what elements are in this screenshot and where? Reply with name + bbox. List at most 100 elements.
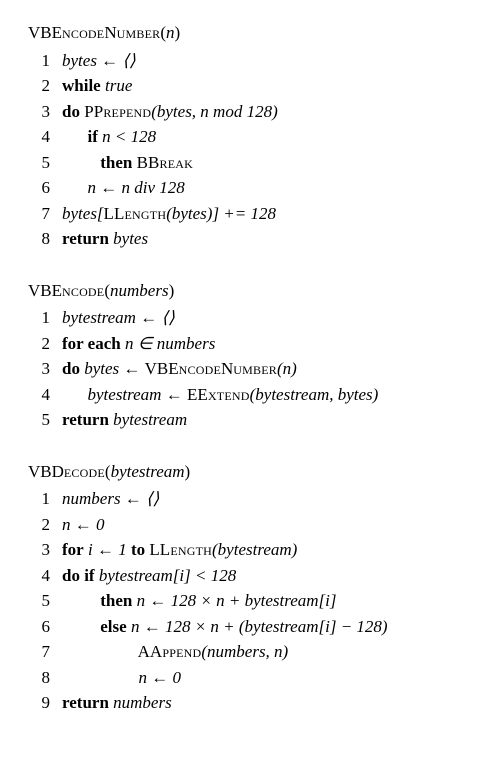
keyword: for each [62,334,121,353]
func-call: AAppend [138,642,202,661]
code-line: 7 AAppend(numbers, n) [28,639,473,665]
keyword: return [62,693,109,712]
code-text: bytes ← ⟨⟩ [62,51,136,70]
title-text: VBDecode [28,462,105,481]
code-line: 5 then BBreak [28,150,473,176]
line-number: 6 [28,614,62,640]
code-text: bytestream[i] < 128 [95,566,237,585]
line-number: 4 [28,124,62,150]
line-number: 2 [28,331,62,357]
code-text: (bytes)] += 128 [166,204,276,223]
code-line: 4 bytestream ← EExtend(bytestream, bytes… [28,382,473,408]
code-text: bytestream [109,410,187,429]
code-line: 2while true [28,73,473,99]
algo-title: VBEncodeNumber(n) [28,20,473,46]
keyword: for [62,540,84,559]
keyword: do if [62,566,95,585]
code-line: 6 n ← n div 128 [28,175,473,201]
algorithm-vbencodenumber: VBEncodeNumber(n) 1bytes ← ⟨⟩ 2while tru… [28,20,473,252]
code-text: n < 128 [98,127,156,146]
code-text: n ← 0 [62,515,105,534]
arg: bytestream [111,462,185,481]
code-line: 8 n ← 0 [28,665,473,691]
code-line: 8return bytes [28,226,473,252]
func-call: EExtend [187,385,250,404]
code-text: n ∈ numbers [121,334,216,353]
code-line: 4 if n < 128 [28,124,473,150]
arg: n [166,23,175,42]
algo-title: VBEncode(numbers) [28,278,473,304]
keyword: do [62,102,80,121]
algo-title: VBDecode(bytestream) [28,459,473,485]
code-line: 4do if bytestream[i] < 128 [28,563,473,589]
code-line: 7bytes[LLength(bytes)] += 128 [28,201,473,227]
line-number: 2 [28,512,62,538]
arg: numbers [110,281,169,300]
func-call: VBEncodeNumber [145,359,277,378]
keyword: return [62,229,109,248]
code-text: n ← 128 × n + bytestream[i] [132,591,336,610]
code-text: bytestream ← [88,385,187,404]
line-number: 1 [28,48,62,74]
keyword: to [131,540,145,559]
code-text: n ← 128 × n + (bytestream[i] − 128) [127,617,388,636]
title-text: VBEncodeNumber [28,23,160,42]
code-line: 1numbers ← ⟨⟩ [28,486,473,512]
code-line: 2n ← 0 [28,512,473,538]
line-number: 4 [28,563,62,589]
code-text: true [101,76,133,95]
func-call: LLength [149,540,212,559]
keyword: then [100,591,132,610]
keyword: then [100,153,132,172]
line-number: 5 [28,588,62,614]
keyword: if [88,127,98,146]
keyword: while [62,76,101,95]
line-number: 3 [28,99,62,125]
algorithm-vbencode: VBEncode(numbers) 1bytestream ← ⟨⟩ 2for … [28,278,473,433]
code-line: 3for i ← 1 to LLength(bytestream) [28,537,473,563]
code-line: 3do bytes ← VBEncodeNumber(n) [28,356,473,382]
keyword: return [62,410,109,429]
code-text: bytes [109,229,148,248]
code-line: 5return bytestream [28,407,473,433]
code-line: 1bytestream ← ⟨⟩ [28,305,473,331]
func-call: PPrepend [84,102,151,121]
line-number: 4 [28,382,62,408]
line-number: 5 [28,150,62,176]
code-text: (bytestream, bytes) [250,385,379,404]
algorithm-vbdecode: VBDecode(bytestream) 1numbers ← ⟨⟩ 2n ← … [28,459,473,716]
line-number: 8 [28,226,62,252]
line-number: 7 [28,201,62,227]
line-number: 6 [28,175,62,201]
keyword: else [100,617,126,636]
line-number: 1 [28,305,62,331]
code-line: 6 else n ← 128 × n + (bytestream[i] − 12… [28,614,473,640]
title-text: VBEncode [28,281,104,300]
line-number: 1 [28,486,62,512]
code-line: 9return numbers [28,690,473,716]
line-number: 9 [28,690,62,716]
code-text: (bytes, n mod 128) [151,102,278,121]
line-number: 2 [28,73,62,99]
line-number: 8 [28,665,62,691]
code-line: 5 then n ← 128 × n + bytestream[i] [28,588,473,614]
func-call: BBreak [137,153,193,172]
code-text: numbers ← ⟨⟩ [62,489,159,508]
line-number: 3 [28,356,62,382]
keyword: do [62,359,80,378]
code-line: 1bytes ← ⟨⟩ [28,48,473,74]
code-text: n ← n div 128 [88,178,185,197]
code-text: n ← 0 [139,668,182,687]
line-number: 5 [28,407,62,433]
code-text: (numbers, n) [201,642,288,661]
code-line: 3do PPrepend(bytes, n mod 128) [28,99,473,125]
code-text: bytes ← [80,359,145,378]
code-text: bytes[ [62,204,104,223]
code-text: (n) [277,359,297,378]
code-text: bytestream ← ⟨⟩ [62,308,175,327]
code-line: 2for each n ∈ numbers [28,331,473,357]
line-number: 3 [28,537,62,563]
code-text: i ← 1 [84,540,131,559]
line-number: 7 [28,639,62,665]
code-text: (bytestream) [212,540,297,559]
